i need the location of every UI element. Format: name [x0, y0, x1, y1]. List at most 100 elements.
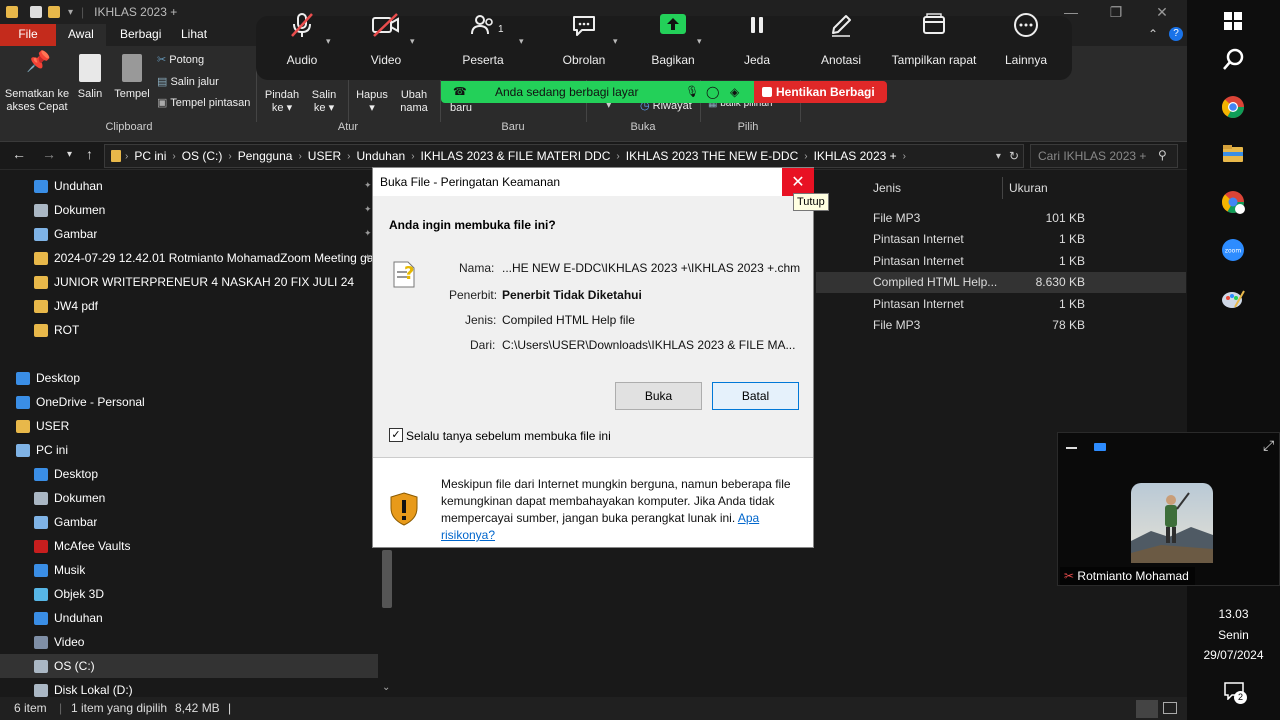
nav-item[interactable]: Video — [0, 630, 378, 654]
paste-button[interactable]: Tempel — [112, 54, 152, 101]
new-folder-icon[interactable] — [48, 6, 60, 18]
chat-button[interactable]: Obrolan — [556, 6, 612, 67]
scroll-down-arrow-icon[interactable]: ⌄ — [382, 682, 390, 693]
minimize-video-icon[interactable] — [1066, 447, 1077, 449]
nav-item[interactable]: OS (C:) — [0, 654, 378, 678]
help-icon[interactable]: ? — [1169, 27, 1183, 41]
participants-button[interactable]: Peserta — [455, 6, 511, 67]
customize-toolbar-icon[interactable]: ▾ — [68, 7, 73, 18]
refresh-icon[interactable]: ↻ — [1009, 149, 1019, 163]
nav-item[interactable]: Desktop — [0, 366, 378, 390]
nav-item[interactable]: Desktop — [0, 462, 378, 486]
windows-start-icon[interactable] — [1221, 9, 1245, 33]
nav-item[interactable]: JUNIOR WRITERPRENEUR 4 NASKAH 20 FIX JUL… — [0, 270, 378, 294]
details-view-icon[interactable] — [1136, 700, 1158, 718]
nav-scrollbar-thumb[interactable] — [382, 550, 392, 608]
paint-app-icon[interactable] — [1221, 287, 1245, 311]
copy-to-button[interactable]: Salin ke ▾ — [306, 89, 342, 115]
column-header-size[interactable]: Ukuran — [1009, 177, 1048, 199]
video-options-chevron-icon[interactable]: ▾ — [410, 36, 415, 47]
move-to-button[interactable]: Pindah ke ▾ — [262, 89, 302, 115]
breadcrumb-item[interactable]: IKHLAS 2023 THE NEW E-DDC — [620, 149, 805, 163]
clock-day[interactable]: Senin — [1187, 628, 1280, 642]
file-row[interactable]: Compiled HTML Help... 8.630 KB — [816, 272, 1186, 294]
tab-share[interactable]: Berbagi — [108, 24, 173, 46]
nav-item[interactable]: Musik — [0, 558, 378, 582]
tab-file[interactable]: File — [0, 24, 56, 46]
pin-quick-access-button[interactable]: 📌 Sematkan ke akses Cepat — [4, 52, 70, 114]
nav-item[interactable]: McAfee Vaults — [0, 534, 378, 558]
file-row[interactable]: File MP3 101 KB — [816, 208, 1186, 229]
breadcrumb-item[interactable]: OS (C:) — [176, 149, 229, 163]
audio-button[interactable]: Audio — [276, 6, 328, 67]
column-header-type[interactable]: Jenis — [873, 177, 901, 199]
cancel-button[interactable]: Batal — [712, 382, 799, 410]
nav-item[interactable]: ROT — [0, 318, 378, 342]
file-row[interactable]: Pintasan Internet 1 KB — [816, 294, 1186, 315]
nav-item[interactable]: Gambar — [0, 510, 378, 534]
speaker-view-icon[interactable] — [1094, 443, 1106, 451]
clock-date[interactable]: 29/07/2024 — [1187, 648, 1280, 662]
delete-button[interactable]: Hapus ▾ — [352, 89, 392, 115]
new-item-button[interactable]: baru — [450, 102, 472, 115]
stop-sharing-button[interactable]: Hentikan Berbagi — [754, 81, 887, 103]
nav-item[interactable]: USER — [0, 414, 378, 438]
breadcrumb-item[interactable]: Unduhan — [350, 149, 411, 163]
open-button[interactable]: Buka — [615, 382, 702, 410]
breadcrumb-item[interactable]: Pengguna — [232, 149, 299, 163]
nav-item[interactable]: 2024-07-29 12.42.01 Rotmianto MohamadZoo… — [0, 246, 378, 270]
up-arrow-icon[interactable]: ↑ — [86, 146, 93, 162]
participants-options-chevron-icon[interactable]: ▾ — [519, 36, 524, 47]
copy-button[interactable]: Salin — [74, 54, 106, 101]
video-button[interactable]: Video — [360, 6, 412, 67]
file-row[interactable]: Pintasan Internet 1 KB — [816, 251, 1186, 272]
more-button[interactable]: Lainnya — [1000, 6, 1052, 67]
nav-item[interactable]: Dokumen — [0, 198, 378, 222]
show-meeting-button[interactable]: Tampilkan rapat — [888, 6, 980, 67]
audio-options-chevron-icon[interactable]: ▾ — [326, 36, 331, 47]
chrome-icon[interactable] — [1221, 95, 1245, 119]
large-icons-view-icon[interactable] — [1163, 702, 1177, 714]
tab-view[interactable]: Lihat — [169, 24, 219, 46]
maximize-button[interactable]: ❐ — [1093, 0, 1139, 24]
nav-item[interactable]: PC ini — [0, 438, 378, 462]
share-options-chevron-icon[interactable]: ▾ — [697, 36, 702, 47]
nav-item[interactable]: Objek 3D — [0, 582, 378, 606]
clock-time[interactable]: 13.03 — [1187, 607, 1280, 621]
file-row[interactable]: Pintasan Internet 1 KB — [816, 229, 1186, 250]
chat-options-chevron-icon[interactable]: ▾ — [613, 36, 618, 47]
file-row[interactable]: File MP3 78 KB — [816, 315, 1186, 336]
annotate-button[interactable]: Anotasi — [814, 6, 868, 67]
nav-item[interactable]: Dokumen — [0, 486, 378, 510]
breadcrumb-item[interactable]: USER — [302, 149, 347, 163]
collapse-ribbon-icon[interactable]: ⌃ — [1148, 27, 1158, 41]
breadcrumb-item[interactable]: PC ini — [128, 149, 172, 163]
nav-item[interactable]: JW4 pdf — [0, 294, 378, 318]
nav-item[interactable]: Unduhan — [0, 174, 378, 198]
paste-shortcut-button[interactable]: ▣ Tempel pintasan — [157, 97, 250, 110]
nav-item[interactable]: Gambar — [0, 222, 378, 246]
search-input[interactable]: Cari IKHLAS 2023 + — [1030, 144, 1178, 168]
copy-path-button[interactable]: ▤ Salin jalur — [157, 76, 219, 89]
cut-button[interactable]: ✂ Potong — [157, 54, 204, 67]
expand-video-icon[interactable]: ⤢ — [1263, 437, 1274, 454]
forward-arrow-icon[interactable]: → — [42, 146, 56, 162]
rename-button[interactable]: Ubah nama — [396, 89, 432, 115]
file-explorer-icon[interactable] — [1221, 142, 1245, 166]
nav-item[interactable]: Unduhan — [0, 606, 378, 630]
chrome-profile-icon[interactable] — [1221, 190, 1245, 214]
dialog-close-button[interactable]: ✕ — [782, 168, 814, 196]
zoom-app-icon[interactable]: zoom — [1221, 238, 1245, 262]
always-ask-checkbox[interactable]: ✓ — [389, 428, 403, 442]
pause-share-button[interactable]: Jeda — [732, 6, 782, 67]
breadcrumb-item[interactable]: IKHLAS 2023 + — [808, 149, 903, 163]
address-bar[interactable]: › PC ini › OS (C:) › Pengguna › USER › Unduh… — [104, 144, 1024, 168]
close-window-button[interactable]: ✕ — [1139, 0, 1185, 24]
properties-icon[interactable] — [30, 6, 42, 18]
tab-home[interactable]: Awal — [56, 24, 106, 46]
back-arrow-icon[interactable]: ← — [12, 146, 26, 162]
search-icon[interactable] — [1221, 48, 1245, 72]
participant-video-tile[interactable]: ⤢ ✂ Rotmianto Mohamad — [1057, 432, 1280, 586]
breadcrumb-item[interactable]: IKHLAS 2023 & FILE MATERI DDC — [415, 149, 617, 163]
recent-locations-icon[interactable]: ▾ — [67, 149, 72, 160]
